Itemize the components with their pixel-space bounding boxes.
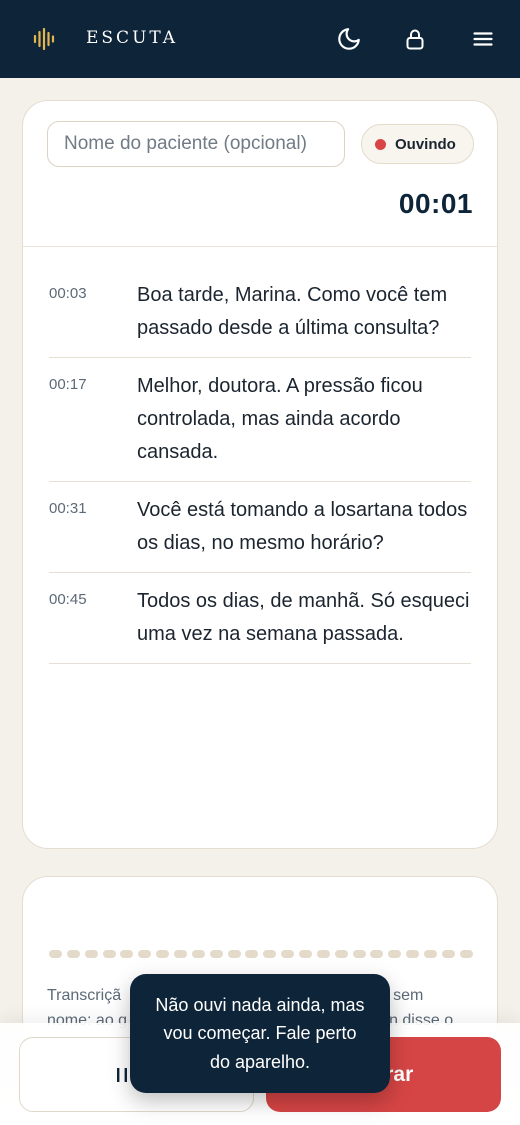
waveform-bar bbox=[245, 950, 259, 958]
waveform-bar bbox=[334, 950, 348, 958]
moon-icon bbox=[338, 28, 360, 50]
lock-button[interactable] bbox=[400, 24, 430, 54]
waveform-bar bbox=[191, 950, 205, 958]
pause-icon bbox=[117, 1067, 128, 1082]
caption-fragment: sem bbox=[393, 987, 424, 1004]
entry-timestamp: 00:03 bbox=[49, 285, 87, 302]
waveform-bar bbox=[281, 950, 295, 958]
waveform-bar bbox=[352, 950, 366, 958]
app-brand: ESCUTA bbox=[86, 28, 179, 48]
entry-timestamp: 00:17 bbox=[49, 376, 87, 393]
status-badge: Ouvindo bbox=[361, 124, 474, 164]
soundwave-icon bbox=[33, 27, 55, 51]
waveform-bar bbox=[263, 950, 277, 958]
entry-text: Melhor, doutora. A pressão ficou control… bbox=[137, 375, 423, 463]
waveform-bar bbox=[441, 950, 455, 958]
menu-button[interactable] bbox=[468, 24, 498, 54]
waveform-bar bbox=[66, 950, 80, 958]
transcript-list: 00:03 Boa tarde, Marina. Como você tem p… bbox=[49, 267, 471, 664]
waveform-bar bbox=[102, 950, 116, 958]
waveform-bar bbox=[156, 950, 170, 958]
waveform-bar bbox=[388, 950, 402, 958]
recording-dot-icon bbox=[375, 138, 386, 150]
session-timer: 00:01 bbox=[398, 188, 473, 219]
theme-toggle-button[interactable] bbox=[334, 24, 364, 54]
entry-text: Boa tarde, Marina. Como você tem passado… bbox=[137, 284, 448, 339]
divider bbox=[23, 246, 497, 247]
entry-text: Todos os dias, de manhã. Só esqueci uma … bbox=[137, 590, 470, 645]
top-bar: ESCUTA bbox=[0, 0, 520, 78]
waveform-bar bbox=[424, 950, 438, 958]
waveform-bar bbox=[299, 950, 313, 958]
caption-fragment: Transcriçã bbox=[47, 987, 122, 1004]
toast-message: Não ouvi nada ainda, mas vou começar. Fa… bbox=[130, 974, 390, 1093]
waveform-bar bbox=[49, 950, 62, 958]
session-card: Ouvindo 00:01 00:03 Boa tarde, Marina. C… bbox=[22, 100, 498, 849]
transcript-entry: 00:17 Melhor, doutora. A pressão ficou c… bbox=[49, 358, 471, 482]
transcript-entry: 00:45 Todos os dias, de manhã. Só esquec… bbox=[49, 573, 471, 664]
patient-name-input[interactable] bbox=[47, 121, 345, 167]
audio-waveform bbox=[49, 950, 473, 960]
waveform-bar bbox=[120, 950, 134, 958]
waveform-bar bbox=[174, 950, 188, 958]
transcript-entry: 00:31 Você está tomando a losartana todo… bbox=[49, 482, 471, 573]
hamburger-menu-icon bbox=[473, 32, 493, 46]
waveform-bar bbox=[138, 950, 152, 958]
waveform-bar bbox=[459, 950, 473, 958]
waveform-bar bbox=[227, 950, 241, 958]
waveform-bar bbox=[84, 950, 98, 958]
waveform-bar bbox=[209, 950, 223, 958]
waveform-bar bbox=[316, 950, 330, 958]
transcript-entry: 00:03 Boa tarde, Marina. Como você tem p… bbox=[49, 267, 471, 358]
entry-timestamp: 00:45 bbox=[49, 591, 87, 608]
lock-icon bbox=[406, 29, 424, 50]
entry-text: Você está tomando a losartana todos os d… bbox=[137, 499, 468, 554]
waveform-bar bbox=[406, 950, 420, 958]
entry-timestamp: 00:31 bbox=[49, 500, 87, 517]
waveform-bar bbox=[370, 950, 384, 958]
status-label: Ouvindo bbox=[395, 135, 456, 153]
